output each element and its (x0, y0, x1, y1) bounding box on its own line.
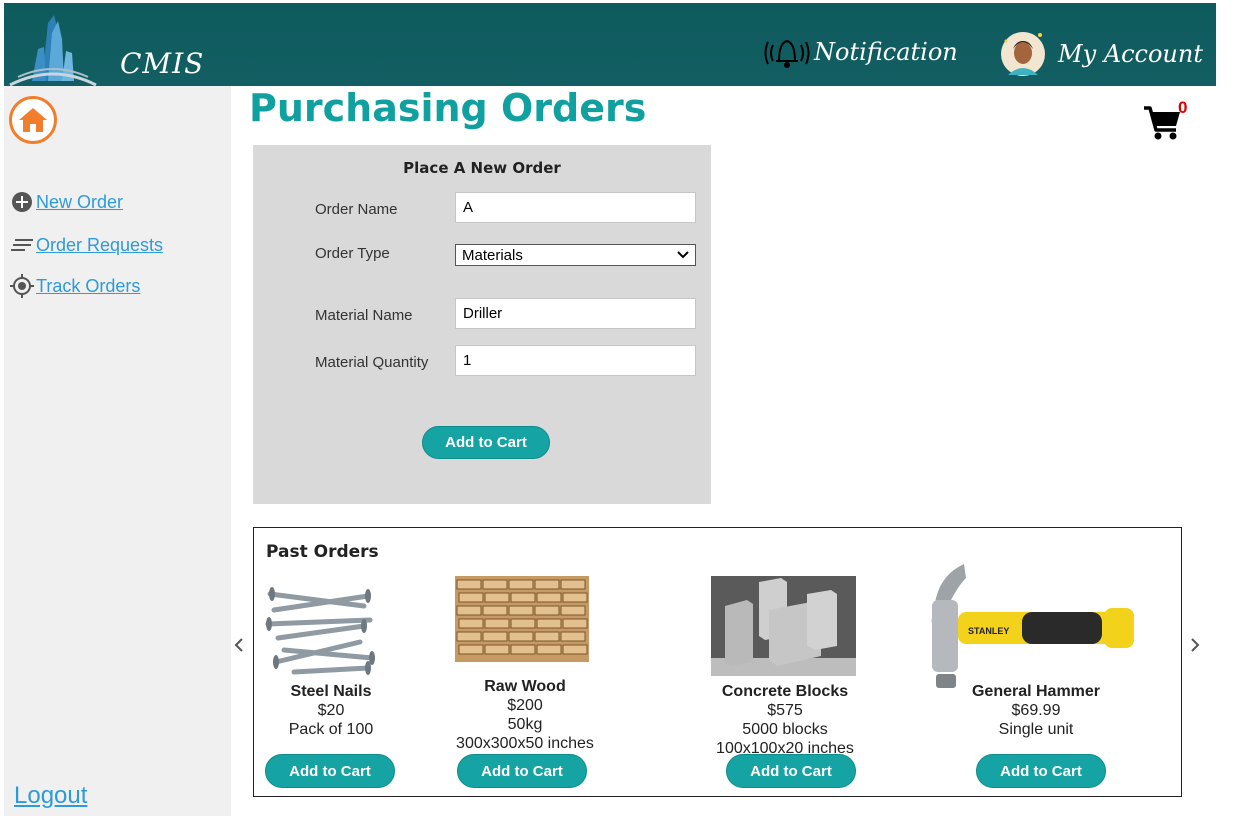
page-title: Purchasing Orders (249, 86, 647, 130)
account-label: My Account (1058, 40, 1203, 68)
brand-name: CMIS (120, 47, 205, 80)
hammer-image: STANLEY (931, 564, 1134, 688)
product-price: $20 (317, 702, 345, 719)
home-button[interactable] (9, 96, 57, 144)
material-quantity-label: Material Quantity (315, 354, 429, 371)
product-card-concrete-blocks: Concrete Blocks $575 5000 blocks 100x100… (700, 682, 870, 758)
form-title: Place A New Order (403, 159, 561, 177)
home-icon (19, 108, 47, 132)
product-name: General Hammer (971, 683, 1101, 700)
add-to-cart-button[interactable]: Add to Cart (726, 754, 856, 788)
add-to-cart-button[interactable]: Add to Cart (265, 754, 395, 788)
sidebar-item-track-orders[interactable]: Track Orders (10, 274, 140, 298)
product-detail: Single unit (998, 721, 1074, 738)
concrete-blocks-image (711, 576, 856, 676)
bell-icon (764, 39, 810, 68)
material-quantity-input[interactable]: 1 (455, 345, 696, 376)
sidebar-item-label[interactable]: Track Orders (36, 276, 140, 297)
carousel-next-icon[interactable] (1189, 637, 1201, 653)
sidebar-item-label[interactable]: Order Requests (36, 235, 163, 256)
product-name: Raw Wood (484, 678, 566, 695)
product-price: $200 (507, 697, 543, 714)
product-detail: Pack of 100 (288, 721, 374, 738)
raw-wood-image (455, 576, 589, 662)
logout-link[interactable]: Logout (14, 782, 87, 810)
cart-icon[interactable] (1142, 102, 1182, 142)
target-icon (10, 274, 34, 298)
user-avatar-icon (1001, 32, 1045, 76)
product-name: Concrete Blocks (721, 683, 849, 700)
material-name-label: Material Name (315, 307, 413, 324)
sidebar-item-label[interactable]: New Order (36, 192, 123, 213)
my-account-button[interactable]: My Account (1000, 29, 1203, 79)
product-detail: 50kg (507, 716, 543, 733)
sidebar-item-new-order[interactable]: New Order (10, 190, 123, 214)
past-orders-title: Past Orders (266, 542, 379, 562)
top-header: CMIS Notification My Account (4, 3, 1216, 87)
carousel-prev-icon[interactable] (233, 637, 245, 653)
order-name-label: Order Name (315, 201, 398, 218)
product-name: Steel Nails (290, 683, 372, 700)
order-name-input[interactable]: A (455, 192, 696, 223)
add-to-cart-button[interactable]: Add to Cart (457, 754, 587, 788)
notification-label: Notification (814, 38, 958, 66)
add-to-cart-button[interactable]: Add to Cart (422, 426, 550, 459)
lines-icon (10, 233, 34, 257)
product-price: $575 (767, 702, 803, 719)
order-type-select[interactable]: Materials (455, 244, 696, 266)
add-to-cart-button[interactable]: Add to Cart (976, 754, 1106, 788)
product-card-general-hammer: General Hammer $69.99 Single unit (956, 682, 1116, 739)
chevron-down-icon (677, 251, 689, 259)
material-name-input[interactable]: Driller (455, 298, 696, 329)
product-price: $69.99 (1011, 702, 1061, 719)
hammer-brand-text: STANLEY (968, 626, 1009, 636)
past-orders-section: Past Orders STANLEY Steel Nails $20 Pack… (253, 527, 1182, 797)
notification-button[interactable]: Notification (764, 33, 958, 71)
product-card-steel-nails: Steel Nails $20 Pack of 100 (258, 682, 404, 739)
sidebar-item-order-requests[interactable]: Order Requests (10, 233, 163, 257)
product-card-raw-wood: Raw Wood $200 50kg 300x300x50 inches (444, 677, 606, 753)
order-type-label: Order Type (315, 245, 390, 262)
product-detail: 300x300x50 inches (456, 735, 594, 752)
new-order-form: Place A New Order Order Name A Order Typ… (253, 145, 711, 504)
building-logo-icon (9, 15, 97, 87)
plus-circle-icon (10, 190, 34, 214)
order-type-value: Materials (462, 246, 523, 264)
steel-nails-image (265, 587, 375, 675)
sidebar: New Order Order Requests Track Orders Lo… (4, 86, 231, 816)
cart-count-badge: 0 (1178, 98, 1188, 117)
product-detail: 5000 blocks (742, 721, 828, 738)
